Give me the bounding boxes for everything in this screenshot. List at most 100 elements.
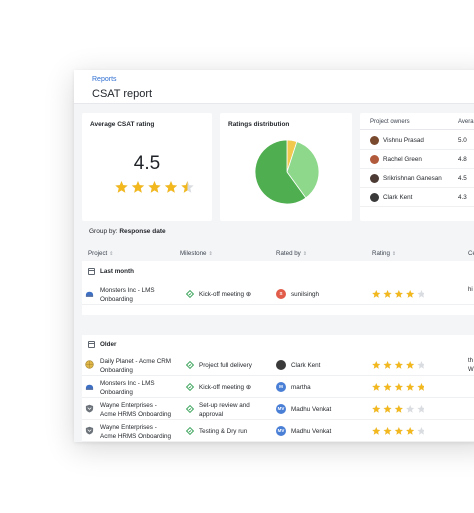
col-milestone-label: Milestone <box>180 250 207 257</box>
row-rating-star-fill <box>394 405 403 413</box>
sort-icon: ⇕ <box>391 251 397 257</box>
row-rating-star-fill <box>383 405 392 413</box>
rater-avatar: S <box>276 289 286 299</box>
owner-row[interactable]: Rachel Green 4.8 <box>360 150 474 169</box>
milestone-name[interactable]: Kick-off meeting ⊕ <box>199 383 271 392</box>
breadcrumb-reports[interactable]: Reports <box>92 76 117 83</box>
group-spacer <box>82 315 474 335</box>
rater-name: Madhu Venkat <box>291 406 332 413</box>
milestone-line1: Kick-off meeting ⊕ <box>199 291 252 298</box>
owner-name: Clark Kent <box>383 194 413 201</box>
col-rated-by[interactable]: Rated by ⇕ <box>276 250 307 257</box>
project-name-line1: Daily Planet - Acme CRM <box>100 358 172 365</box>
table-row[interactable]: Monsters Inc - LMS Onboarding Kick-off mee… <box>82 376 474 398</box>
row-rating-star-icon <box>417 290 424 298</box>
project-name[interactable]: Monsters Inc - LMS Onboarding <box>100 379 180 397</box>
row-rating-star-icon <box>417 361 424 369</box>
project-name[interactable]: Wayne Enterprises - Acme HRMS Onboarding <box>100 423 180 441</box>
average-star-fill <box>131 181 145 193</box>
rater-name: martha <box>291 384 311 391</box>
globe-logo-icon <box>85 360 94 369</box>
owner-average: 4.5 <box>458 175 467 182</box>
responses-table: Project⇕ Milestone⇕ Rated by⇕ Rating⇕ Ce… <box>82 246 474 442</box>
row-rating-star-fill <box>406 290 415 298</box>
project-name-line2: Acme HRMS Onboarding <box>100 433 172 440</box>
milestone-line1: Project full delivery <box>199 362 252 369</box>
owner-avatar <box>370 136 379 145</box>
row-rating-stars <box>372 405 424 413</box>
milestone-name[interactable]: Testing & Dry run <box>199 427 271 436</box>
col-milestone[interactable]: Milestone ⇕ <box>180 250 213 257</box>
rater-avatar: MV <box>276 404 286 414</box>
project-name-line2: Onboarding <box>100 367 133 374</box>
milestone-name[interactable]: Kick-off meeting ⊕ <box>199 290 271 299</box>
milestone-diamond-icon <box>185 382 195 392</box>
ce-line1: th <box>468 358 474 364</box>
row-rating-star-fill <box>394 290 403 298</box>
milestone-name[interactable]: Project full delivery <box>199 361 271 370</box>
table-row[interactable]: Wayne Enterprises - Acme HRMS Onboarding T… <box>82 420 474 442</box>
row-rating-star-fill <box>394 383 403 391</box>
project-name-line1: Monsters Inc - LMS <box>100 287 155 294</box>
rater-avatar: MV <box>276 426 286 436</box>
shield-logo-icon <box>85 404 94 413</box>
calendar-icon <box>88 341 95 348</box>
average-star-fill <box>115 181 128 193</box>
average-rating-card: Average CSAT rating 4.5 <box>82 113 212 221</box>
milestone-name[interactable]: Set-up review and approval <box>199 401 271 419</box>
owner-row[interactable]: Srikrishnan Ganesan 4.5 <box>360 169 474 188</box>
project-name-line1: Monsters Inc - LMS <box>100 380 155 387</box>
table-header: Project⇕ Milestone⇕ Rated by⇕ Rating⇕ Ce <box>82 246 474 261</box>
row-rating-stars <box>372 290 424 298</box>
col-project-label: Project <box>88 250 108 257</box>
calendar-icon <box>88 268 95 275</box>
row-rating-star-icon <box>406 405 415 413</box>
table-row[interactable]: Daily Planet - Acme CRM Onboarding Project… <box>82 354 474 376</box>
col-project[interactable]: Project ⇕ <box>88 250 113 257</box>
row-rating-star-fill <box>372 427 381 435</box>
milestone-diamond-icon <box>185 404 195 414</box>
group-header-last-month[interactable]: Last month <box>82 264 474 280</box>
row-rating-star-icon <box>417 405 424 413</box>
table-row[interactable]: Monsters Inc - LMS Onboarding Kick-off mee… <box>82 283 474 305</box>
project-name[interactable]: Daily Planet - Acme CRM Onboarding <box>100 357 180 375</box>
average-rating-title: Average CSAT rating <box>90 121 155 128</box>
milestone-diamond-icon <box>185 426 195 436</box>
row-rating-star-fill <box>372 290 381 298</box>
col-rating[interactable]: Rating ⇕ <box>372 250 396 257</box>
rater-avatar <box>276 360 286 370</box>
rater-name: sunilsingh <box>291 291 320 298</box>
milestone-line1: Set-up review and <box>199 402 250 409</box>
owner-row[interactable]: Clark Kent 4.3 <box>360 188 474 207</box>
owner-row[interactable]: Vishnu Prasad 5.0 <box>360 131 474 150</box>
project-name[interactable]: Monsters Inc - LMS Onboarding <box>100 286 180 304</box>
row-rating-star-fill <box>406 383 415 391</box>
row-rating-stars <box>372 383 424 391</box>
group-label: Older <box>100 341 117 348</box>
ce-cell: th W <box>468 357 474 375</box>
row-rating-star-fill <box>406 361 415 369</box>
owner-average: 5.0 <box>458 137 467 144</box>
group-by-control[interactable]: Group by: Response date <box>89 228 166 235</box>
report-window: Reports CSAT report Average CSAT rating … <box>74 70 474 442</box>
monster-logo-icon <box>85 382 94 391</box>
row-rating-star-fill <box>383 361 392 369</box>
owner-name: Vishnu Prasad <box>383 137 424 144</box>
project-name-line2: Onboarding <box>100 296 133 303</box>
owner-name: Srikrishnan Ganesan <box>383 175 442 182</box>
row-rating-stars <box>372 361 424 369</box>
group-by-value[interactable]: Response date <box>119 228 165 235</box>
average-star-fill <box>148 181 161 193</box>
rater-avatar: M <box>276 382 286 392</box>
project-name[interactable]: Wayne Enterprises - Acme HRMS Onboarding <box>100 401 180 419</box>
owner-average: 4.8 <box>458 156 467 163</box>
milestone-diamond-icon <box>185 360 195 370</box>
group-header-older[interactable]: Older <box>82 337 474 353</box>
ce-line2: W <box>468 367 474 373</box>
table-row[interactable]: Wayne Enterprises - Acme HRMS Onboarding S… <box>82 398 474 420</box>
milestone-line2: approval <box>199 411 224 418</box>
col-ce[interactable]: Ce <box>468 250 474 257</box>
group-label: Last month <box>100 268 134 275</box>
ce-cell: hi <box>468 286 473 295</box>
row-rating-stars <box>372 427 424 435</box>
